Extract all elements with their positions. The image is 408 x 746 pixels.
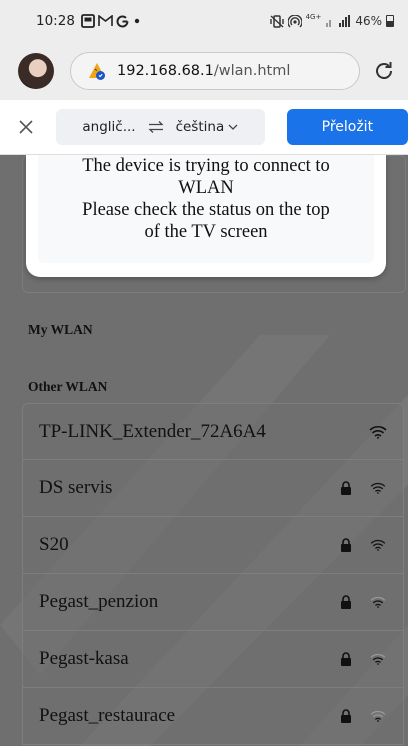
lock-icon xyxy=(339,651,353,667)
url-path: /wlan.html xyxy=(213,63,291,79)
chevron-down-icon[interactable] xyxy=(228,124,238,131)
wlan-row[interactable]: Pegast-kasa xyxy=(22,631,404,688)
status-time: 10:28 xyxy=(36,13,75,29)
reload-icon[interactable] xyxy=(372,59,396,83)
google-icon xyxy=(116,14,129,27)
page-content: The device is trying to connect to WLAN … xyxy=(0,155,408,746)
browser-toolbar: 192.168.68.1/wlan.html xyxy=(0,42,408,100)
connecting-dialog: The device is trying to connect to WLAN … xyxy=(26,155,386,277)
gallery-icon xyxy=(81,14,95,28)
battery-icon xyxy=(386,15,394,27)
system-icons: 4G+ 46% xyxy=(269,13,394,28)
notification-icons xyxy=(81,14,142,28)
url-host: 192.168.68.1 xyxy=(117,63,214,79)
lock-icon xyxy=(339,708,353,724)
wifi-signal-weak-icon xyxy=(369,708,387,724)
battery-percent: 46% xyxy=(355,14,382,28)
my-wlan-heading: My WLAN xyxy=(28,322,93,337)
wifi-signal-strong-icon xyxy=(369,480,387,496)
wlan-name: Pegast-kasa xyxy=(39,648,129,669)
wifi-signal-medium-icon xyxy=(369,594,387,610)
dialog-line-2: WLAN xyxy=(178,178,234,198)
mute-vibrate-icon xyxy=(269,14,284,28)
other-wlan-heading: Other WLAN xyxy=(28,379,108,394)
close-icon[interactable] xyxy=(16,117,36,137)
wlan-row[interactable]: TP-LINK_Extender_72A6A4 xyxy=(22,403,404,460)
target-language[interactable]: čeština xyxy=(176,119,225,135)
address-bar[interactable]: 192.168.68.1/wlan.html xyxy=(70,52,360,90)
dialog-line-3: Please check the status on the top xyxy=(82,200,330,220)
wifi-hotspot-icon xyxy=(287,14,302,27)
wlan-row[interactable]: DS servis xyxy=(22,460,404,517)
gmail-icon xyxy=(98,15,113,26)
dot-icon xyxy=(134,18,140,24)
profile-avatar[interactable] xyxy=(18,53,54,89)
wlan-row[interactable]: S20 xyxy=(22,517,404,574)
wlan-list: TP-LINK_Extender_72A6A4 DS servis S20 Pe… xyxy=(22,403,404,745)
wlan-name: Pegast_restaurace xyxy=(39,705,176,726)
lock-icon xyxy=(339,537,353,553)
wifi-signal-medium-icon xyxy=(369,651,387,667)
wifi-signal-strong-icon xyxy=(369,537,387,553)
translate-button[interactable]: Přeložit xyxy=(286,109,408,145)
dialog-line-1: The device is trying to connect to xyxy=(82,156,330,176)
lock-icon xyxy=(339,594,353,610)
wlan-row[interactable]: Pegast_restaurace xyxy=(22,688,404,745)
wlan-name: S20 xyxy=(39,534,69,555)
network-type-label: 4G+ xyxy=(305,13,322,21)
wlan-name: DS servis xyxy=(39,477,113,498)
wlan-name: TP-LINK_Extender_72A6A4 xyxy=(39,420,266,442)
swap-icon[interactable] xyxy=(148,121,164,133)
dialog-message: The device is trying to connect to WLAN … xyxy=(38,155,374,243)
translate-bar: anglič... čeština Přeložit xyxy=(0,100,408,155)
wlan-row[interactable]: Pegast_penzion xyxy=(22,574,404,631)
site-info-icon[interactable] xyxy=(87,61,107,81)
dialog-line-4: of the TV screen xyxy=(144,222,268,242)
lock-icon xyxy=(339,480,353,496)
wlan-name: Pegast_penzion xyxy=(39,591,159,612)
signal-icon xyxy=(326,15,351,27)
wifi-signal-strong-icon xyxy=(369,424,387,440)
status-bar: 10:28 4G+ 46% xyxy=(0,0,408,42)
source-language[interactable]: anglič... xyxy=(82,119,135,135)
language-selector[interactable]: anglič... čeština xyxy=(55,109,265,145)
